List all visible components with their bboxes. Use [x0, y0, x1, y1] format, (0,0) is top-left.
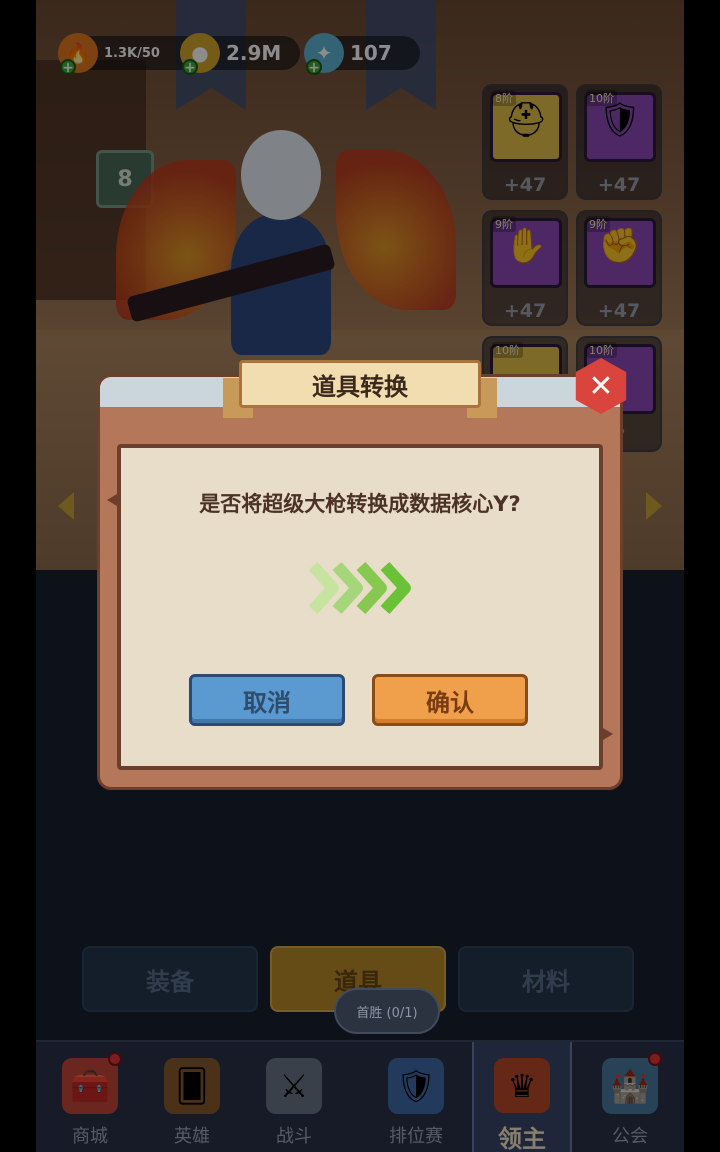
- close-button[interactable]: ✕: [573, 358, 629, 414]
- dialog-body: 是否将超级大枪转换成数据核心Y? 取消 确认: [107, 444, 613, 770]
- first-win-text: 首胜 (0/1): [356, 1005, 418, 1021]
- game-screen: 🔥 + 1.3K/50 ● + 2.9M ✦ + 107 8 ⛑ 8阶 +47 🛡 1…: [36, 0, 684, 1152]
- cancel-label: 取消: [243, 688, 291, 717]
- first-win-tooltip: 首胜 (0/1): [334, 988, 440, 1034]
- item-convert-dialog: 道具转换 ✕ 是否将超级大枪转换成数据核心Y? 取消 确认: [97, 358, 627, 790]
- dialog-question: 是否将超级大枪转换成数据核心Y?: [199, 492, 521, 516]
- decor-nail: [603, 728, 613, 740]
- decor-nail: [107, 494, 117, 506]
- dialog-title-text: 道具转换: [312, 372, 408, 401]
- confirm-label: 确认: [426, 688, 474, 717]
- cancel-button[interactable]: 取消: [189, 674, 345, 726]
- close-symbol: ✕: [588, 368, 614, 404]
- close-icon: ✕: [575, 358, 627, 414]
- convert-arrow-icon: [308, 561, 411, 615]
- confirm-button[interactable]: 确认: [372, 674, 528, 726]
- dialog-title: 道具转换: [239, 360, 481, 408]
